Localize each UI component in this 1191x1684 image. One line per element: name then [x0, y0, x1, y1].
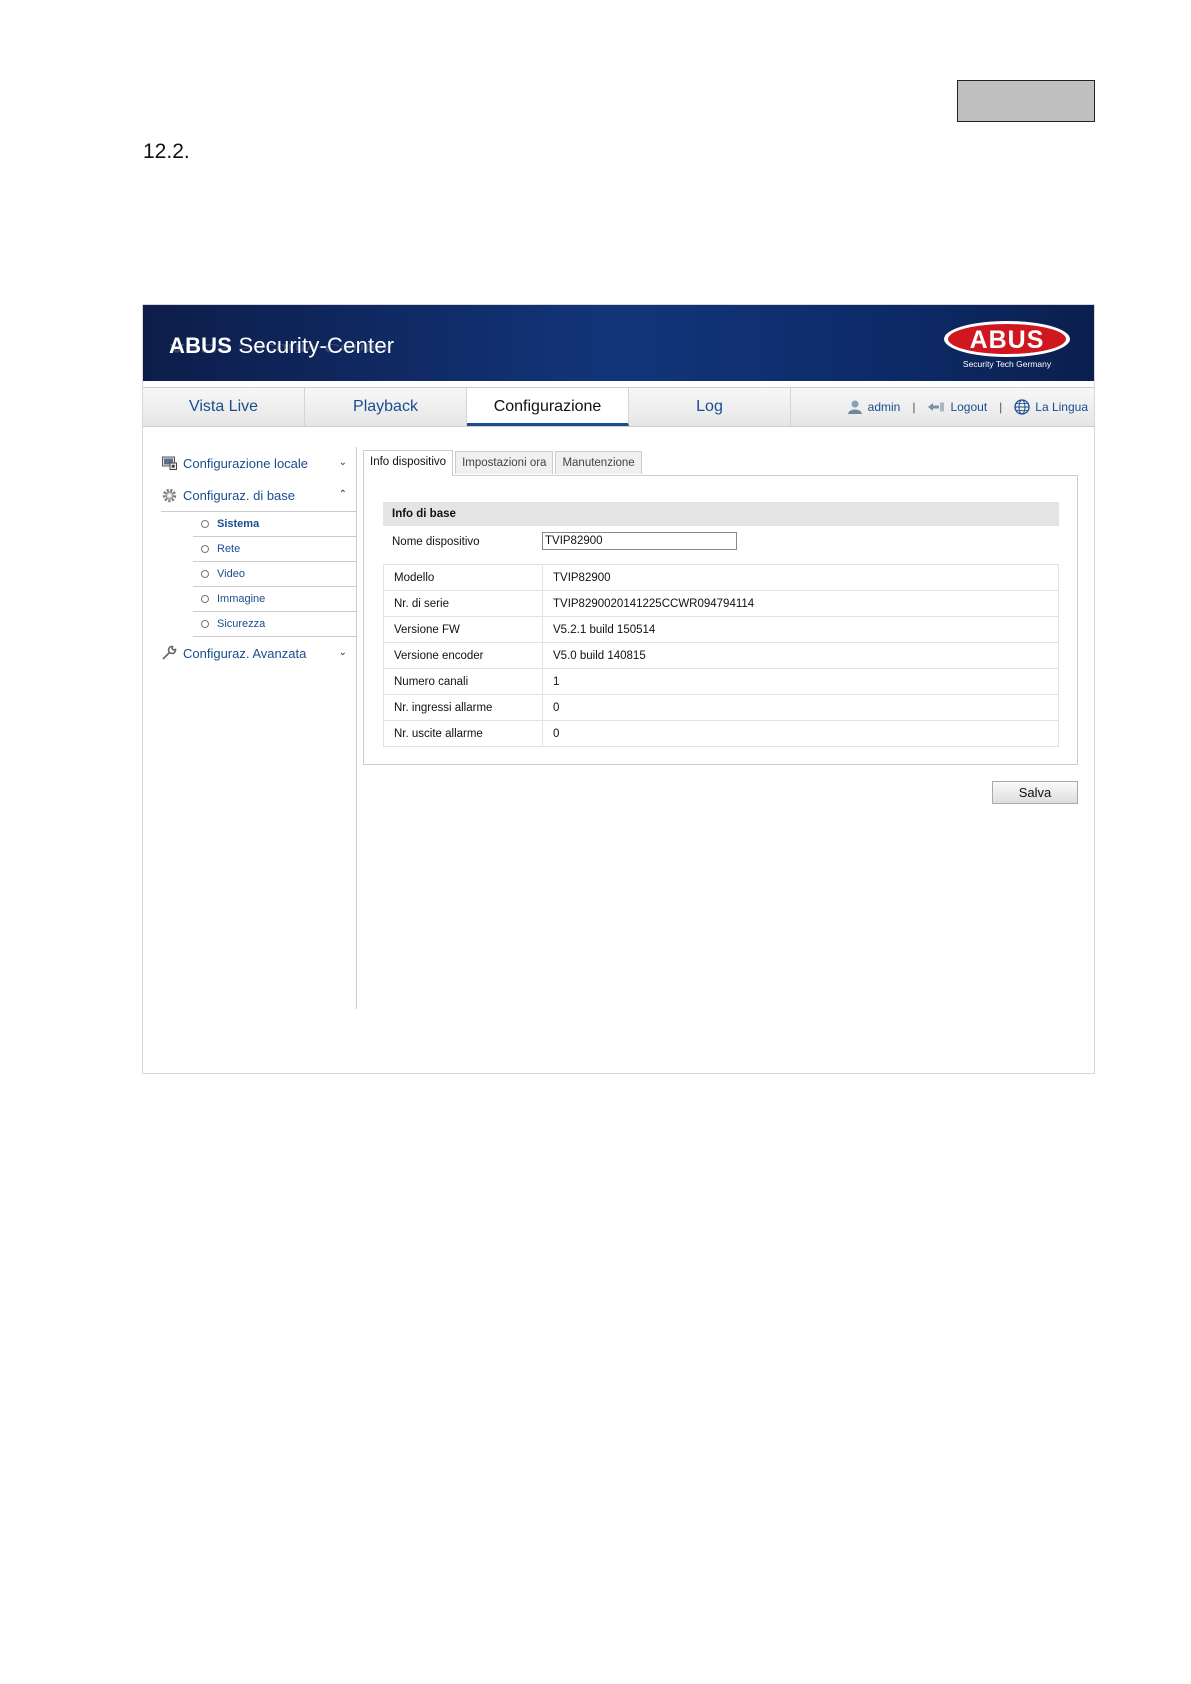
tab-log[interactable]: Log: [629, 388, 791, 426]
sidebar: Configurazione locale ⌄ Configuraz. di b…: [161, 447, 357, 669]
table-row: Modello TVIP82900: [383, 564, 1059, 591]
screenshot-frame: ABUS Security-Center ABUS Security-Cente…: [142, 304, 1095, 1074]
device-info-panel: Info di base Nome dispositivo ModelloTVI…: [363, 475, 1078, 765]
save-button[interactable]: Salva: [992, 781, 1078, 804]
sidebar-item-immagine[interactable]: Immagine: [193, 587, 357, 612]
bullet-icon: [201, 520, 209, 528]
device-name-row: Nome dispositivo: [383, 530, 1059, 556]
sidebar-item-rete[interactable]: Rete: [193, 537, 357, 562]
sidebar-group-advanced-config[interactable]: Configuraz. Avanzata ⌄: [161, 637, 357, 669]
tab-vista-live[interactable]: Vista Live: [143, 388, 305, 426]
abus-logo: ABUS Security Tech Germany: [944, 321, 1070, 369]
sidebar-item-sistema[interactable]: Sistema: [193, 512, 357, 537]
device-name-field[interactable]: [542, 532, 737, 550]
sidebar-group-local-config[interactable]: Configurazione locale ⌄: [161, 447, 357, 479]
user-link[interactable]: admin: [847, 388, 900, 426]
user-links: admin | Logout | La Lingua: [847, 388, 1088, 426]
header-banner: ABUS Security-Center ABUS Security-Cente…: [143, 305, 1094, 381]
tab-configurazione[interactable]: Configurazione: [467, 388, 629, 426]
chevron-down-icon: ⌄: [338, 647, 347, 658]
tab-playback[interactable]: Playback: [305, 388, 467, 426]
section-number: 12.2.: [143, 140, 190, 163]
main-nav: Vista Live Playback Configurazione Log a…: [143, 387, 1094, 427]
table-row: Nr. ingressi allarme 0: [383, 694, 1059, 721]
globe-icon: [1014, 399, 1030, 415]
table-row: Versione encoder V5.0 build 140815: [383, 642, 1059, 669]
logout-link[interactable]: Logout: [927, 388, 987, 426]
table-row: Numero canali 1: [383, 668, 1059, 695]
sidebar-item-video[interactable]: Video: [193, 562, 357, 587]
bullet-icon: [201, 620, 209, 628]
user-icon: [847, 400, 862, 414]
logout-icon: [928, 402, 945, 412]
wrench-icon: [161, 645, 177, 661]
bullet-icon: [201, 570, 209, 578]
svg-text:Security Tech Germany: Security Tech Germany: [963, 359, 1052, 369]
sidebar-group-basic-config[interactable]: Configuraz. di base ⌃: [161, 479, 357, 511]
tab-info-dispositivo[interactable]: Info dispositivo: [363, 450, 454, 476]
app-title-reflection: ABUS Security-Center: [169, 341, 391, 355]
device-info-table: Modello TVIP82900 Nr. di serie TVIP8290020…: [383, 564, 1059, 747]
bullet-icon: [201, 545, 209, 553]
sidebar-divider: [356, 447, 357, 1009]
chevron-down-icon: ⌄: [338, 457, 347, 468]
tab-impostazioni-ora[interactable]: Impostazioni ora: [455, 451, 554, 474]
gear-icon: [161, 487, 177, 503]
section-heading: Info di base: [383, 502, 1059, 526]
monitor-icon: [161, 455, 177, 471]
sidebar-item-sicurezza[interactable]: Sicurezza: [193, 612, 357, 637]
table-row: Nr. uscite allarme 0: [383, 720, 1059, 747]
chevron-up-icon: ⌃: [338, 489, 347, 500]
bullet-icon: [201, 595, 209, 603]
table-row: Versione FW V5.2.1 build 150514: [383, 616, 1059, 643]
language-link[interactable]: La Lingua: [1014, 388, 1088, 426]
subtabs: Info dispositivo Impostazioni ora Manute…: [363, 450, 642, 476]
device-name-label: Nome dispositivo: [392, 536, 480, 548]
table-row: Nr. di serie TVIP8290020141225CCWR0947941…: [383, 590, 1059, 617]
svg-text:ABUS: ABUS: [970, 326, 1045, 354]
tab-manutenzione[interactable]: Manutenzione: [555, 451, 642, 474]
page-number-box: [957, 80, 1095, 122]
